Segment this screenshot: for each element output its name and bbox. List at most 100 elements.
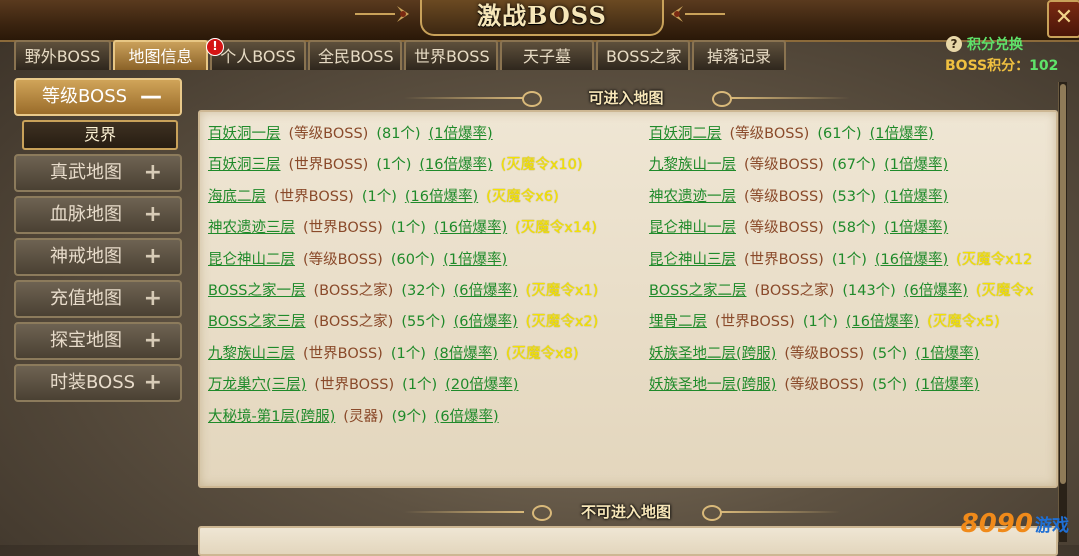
map-name-link[interactable]: 妖族圣地二层(跨服) xyxy=(649,346,776,362)
points-exchange-link[interactable]: ? 积分兑换 xyxy=(946,34,1023,54)
map-boss-type: (BOSS之家) xyxy=(313,314,394,331)
tab-7[interactable]: 掉落记录 xyxy=(692,40,786,70)
map-drop-rate-link[interactable]: (16倍爆率) xyxy=(405,189,478,205)
expand-icon: + xyxy=(143,202,162,227)
map-boss-count: (58个) xyxy=(831,220,877,237)
tab-0[interactable]: 野外BOSS xyxy=(14,40,111,70)
sidebar-item-6[interactable]: 时装BOSS + xyxy=(14,364,182,402)
map-name-link[interactable]: 百妖洞一层 xyxy=(208,126,281,142)
sidebar-item-3[interactable]: 神戒地图 + xyxy=(14,238,182,276)
tab-label: 天子墓 xyxy=(522,47,571,66)
map-entry: 九黎族山一层 (等级BOSS) (67个) (1倍爆率) xyxy=(649,155,948,175)
notification-badge-icon: ! xyxy=(206,38,224,56)
tab-4[interactable]: 世界BOSS xyxy=(404,40,498,70)
sidebar-item-label: 神戒地图 xyxy=(50,246,122,267)
enterable-title: 可进入地图 xyxy=(588,89,664,107)
map-name-link[interactable]: 百妖洞二层 xyxy=(649,126,722,142)
map-boss-type: (世界BOSS) xyxy=(274,188,354,205)
map-boss-count: (5个) xyxy=(872,345,908,362)
map-name-link[interactable]: 九黎族山三层 xyxy=(208,346,295,362)
sidebar-item-5[interactable]: 探宝地图 + xyxy=(14,322,182,360)
boss-points: BOSS积分：102 xyxy=(945,55,1058,75)
map-entry: BOSS之家三层 (BOSS之家) (55个) (6倍爆率) (灭魔令x2) xyxy=(208,312,598,332)
map-drop-rate-link[interactable]: (8倍爆率) xyxy=(434,346,498,362)
map-name-link[interactable]: 埋骨二层 xyxy=(649,314,707,330)
map-drop-rate-link[interactable]: (1倍爆率) xyxy=(884,157,948,173)
map-drop-rate-link[interactable]: (1倍爆率) xyxy=(915,346,979,362)
map-name-link[interactable]: 神农遗迹三层 xyxy=(208,220,295,236)
map-drop-rate-link[interactable]: (1倍爆率) xyxy=(443,252,507,268)
knot-icon xyxy=(712,91,732,107)
map-boss-type: (等级BOSS) xyxy=(303,251,383,268)
map-boss-count: (67个) xyxy=(831,157,877,174)
tab-6[interactable]: BOSS之家 xyxy=(596,40,690,70)
map-token-cost: (灭魔令x10) xyxy=(500,157,583,174)
map-row: BOSS之家一层 (BOSS之家) (32个) (6倍爆率) (灭魔令x1) BOSS之家… xyxy=(208,277,1056,308)
scroll-thumb[interactable] xyxy=(1060,84,1066,484)
map-entry: 神农遗迹一层 (等级BOSS) (53个) (1倍爆率) xyxy=(649,187,948,207)
map-boss-type: (世界BOSS) xyxy=(744,251,824,268)
tab-1[interactable]: 地图信息 xyxy=(113,40,208,70)
map-drop-rate-link[interactable]: (1倍爆率) xyxy=(884,220,948,236)
sidebar-item-4[interactable]: 充值地图 + xyxy=(14,280,182,318)
main-panel: 可进入地图 百妖洞一层 (等级BOSS) (81个) (1倍爆率) 百妖洞二层 (等级BO… xyxy=(186,78,1067,556)
map-boss-type: (世界BOSS) xyxy=(715,314,795,331)
map-name-link[interactable]: 妖族圣地一层(跨服) xyxy=(649,377,776,393)
sidebar-item-label: 时装BOSS xyxy=(50,372,136,393)
map-drop-rate-link[interactable]: (16倍爆率) xyxy=(419,157,492,173)
map-name-link[interactable]: 昆仑神山二层 xyxy=(208,252,295,268)
map-drop-rate-link[interactable]: (1倍爆率) xyxy=(915,377,979,393)
map-name-link[interactable]: 百妖洞三层 xyxy=(208,157,281,173)
map-name-link[interactable]: BOSS之家三层 xyxy=(208,314,306,330)
tab-3[interactable]: 全民BOSS xyxy=(308,40,402,70)
map-drop-rate-link[interactable]: (16倍爆率) xyxy=(875,252,948,268)
map-drop-rate-link[interactable]: (20倍爆率) xyxy=(445,377,518,393)
map-boss-type: (等级BOSS) xyxy=(784,377,865,394)
expand-icon: + xyxy=(143,370,162,395)
map-drop-rate-link[interactable]: (6倍爆率) xyxy=(435,409,499,425)
map-boss-type: (等级BOSS) xyxy=(729,126,810,142)
sidebar-subitem-lingjie[interactable]: 灵界 xyxy=(22,120,178,150)
map-token-cost: (灭魔令x14) xyxy=(515,220,597,237)
map-boss-type: (灵器) xyxy=(343,408,384,425)
map-name-link[interactable]: 昆仑神山一层 xyxy=(649,220,736,236)
enterable-header: 可进入地图 xyxy=(186,84,1066,112)
sidebar-item-2[interactable]: 血脉地图 + xyxy=(14,196,182,234)
tab-5[interactable]: 天子墓 xyxy=(500,40,594,70)
map-boss-type: (等级BOSS) xyxy=(744,188,824,205)
ornament-right-icon xyxy=(671,6,725,22)
map-name-link[interactable]: 神农遗迹一层 xyxy=(649,189,736,205)
close-button[interactable]: ✕ xyxy=(1047,0,1079,38)
map-name-link[interactable]: 海底二层 xyxy=(208,189,266,205)
map-entry: 百妖洞二层 (等级BOSS) (61个) (1倍爆率) xyxy=(649,124,934,144)
map-name-link[interactable]: 昆仑神山三层 xyxy=(649,252,736,268)
map-drop-rate-link[interactable]: (16倍爆率) xyxy=(846,314,919,330)
help-icon[interactable]: ? xyxy=(946,36,962,52)
map-drop-rate-link[interactable]: (1倍爆率) xyxy=(884,189,948,205)
map-entry: 万龙巢穴(三层) (世界BOSS) (1个) (20倍爆率) xyxy=(208,375,518,395)
tab-2[interactable]: 个人BOSS! xyxy=(206,38,306,70)
not-enterable-header: 不可进入地图 xyxy=(186,498,1066,526)
map-drop-rate-link[interactable]: (6倍爆率) xyxy=(904,283,968,299)
map-name-link[interactable]: 万龙巢穴(三层) xyxy=(208,377,306,393)
sidebar-item-label: 充值地图 xyxy=(50,288,122,309)
map-drop-rate-link[interactable]: (6倍爆率) xyxy=(454,283,518,299)
sidebar-item-1[interactable]: 真武地图 + xyxy=(14,154,182,192)
map-drop-rate-link[interactable]: (16倍爆率) xyxy=(434,220,507,236)
map-name-link[interactable]: BOSS之家一层 xyxy=(208,283,306,299)
map-drop-rate-link[interactable]: (1倍爆率) xyxy=(429,126,493,142)
sidebar-item-0[interactable]: 等级BOSS — xyxy=(14,78,182,116)
sidebar-item-label: 探宝地图 xyxy=(50,330,122,351)
map-row: 百妖洞一层 (等级BOSS) (81个) (1倍爆率) 百妖洞二层 (等级BOSS) (61… xyxy=(208,120,1056,151)
map-drop-rate-link[interactable]: (1倍爆率) xyxy=(870,126,934,142)
map-name-link[interactable]: BOSS之家二层 xyxy=(649,283,747,299)
map-drop-rate-link[interactable]: (6倍爆率) xyxy=(454,314,518,330)
map-row: 万龙巢穴(三层) (世界BOSS) (1个) (20倍爆率) 妖族圣地一层(跨服) (等级… xyxy=(208,371,1056,402)
scrollbar[interactable] xyxy=(1058,82,1067,542)
sidebar-item-label: 血脉地图 xyxy=(50,204,122,225)
map-name-link[interactable]: 大秘境-第1层(跨服) xyxy=(208,409,335,425)
map-name-link[interactable]: 九黎族山一层 xyxy=(649,157,736,173)
map-entry: 百妖洞一层 (等级BOSS) (81个) (1倍爆率) xyxy=(208,124,493,144)
map-token-cost: (灭魔令x5) xyxy=(927,314,1000,331)
not-enterable-title: 不可进入地图 xyxy=(580,503,671,521)
